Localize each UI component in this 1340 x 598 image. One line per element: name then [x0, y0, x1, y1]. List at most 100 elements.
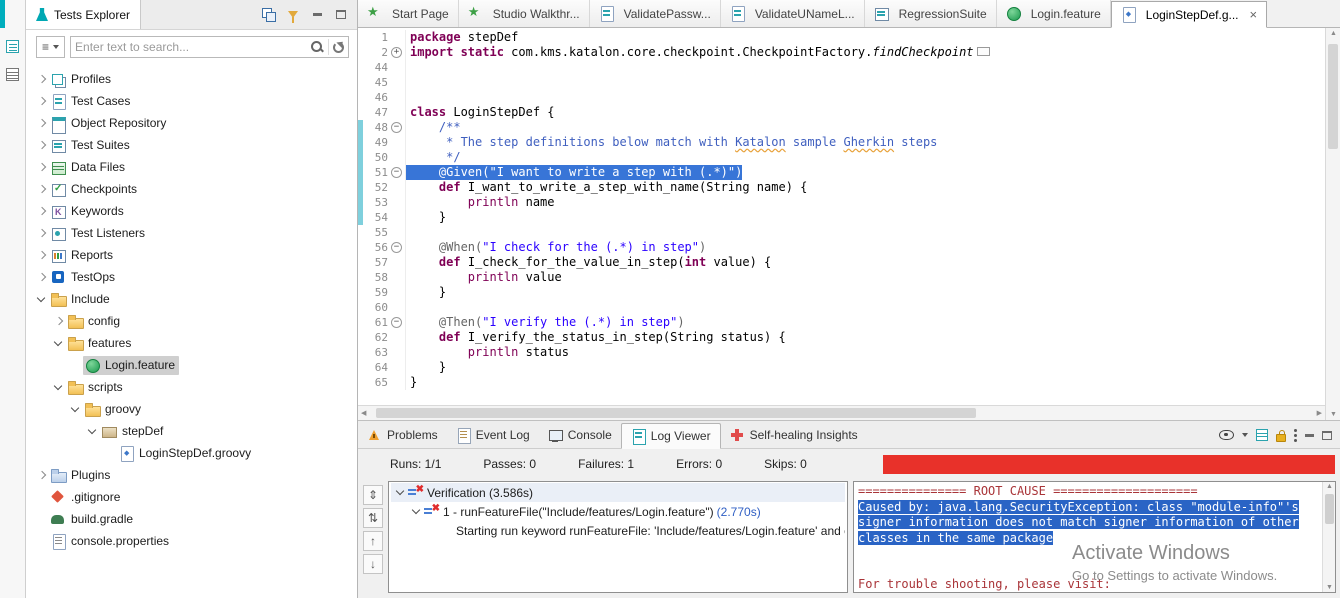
tree-item-body[interactable]: scripts: [66, 378, 127, 397]
tree-item-body[interactable]: features: [66, 334, 135, 353]
code-line[interactable]: 63 println status: [358, 345, 1325, 360]
tree-item-body[interactable]: Data Files: [49, 158, 129, 177]
fold-collapse-icon[interactable]: −: [391, 240, 406, 255]
horizontal-scrollbar[interactable]: ◀ ▶: [358, 405, 1325, 420]
editor-tab-loginstepdef-g[interactable]: LoginStepDef.g... ×: [1110, 1, 1268, 28]
chevron-right-icon[interactable]: [51, 314, 66, 329]
chevron-right-icon[interactable]: [34, 182, 49, 197]
scroll-down-icon[interactable]: ▼: [1323, 584, 1335, 591]
fold-collapse-icon[interactable]: −: [391, 165, 406, 180]
editor-tab-validateunamel[interactable]: ValidateUNameL...: [720, 0, 865, 27]
tree-item-profiles[interactable]: Profiles: [26, 68, 357, 90]
chevron-right-icon[interactable]: [34, 248, 49, 263]
fold-collapse-icon[interactable]: −: [391, 120, 406, 135]
tree-item-body[interactable]: Checkpoints: [49, 180, 141, 199]
editor-tab-login-feature[interactable]: Login.feature: [996, 0, 1111, 27]
restore-explorer-button[interactable]: [3, 36, 23, 56]
code-line[interactable]: 44: [358, 60, 1325, 75]
tree-item-features[interactable]: features: [26, 332, 357, 354]
bottom-tab-problems[interactable]: Problems: [358, 422, 447, 448]
tree-item-body[interactable]: config: [66, 312, 124, 331]
next-failure-icon[interactable]: ↓: [363, 554, 383, 574]
expand-collapse-icon[interactable]: ⇕: [363, 485, 383, 505]
maximize-panel-icon[interactable]: [1322, 430, 1332, 440]
chevron-down-icon[interactable]: [51, 380, 66, 395]
chevron-down-icon[interactable]: [68, 402, 83, 417]
tree-item-checkpoints[interactable]: Checkpoints: [26, 178, 357, 200]
tree-item-loginstepdef-groovy[interactable]: LoginStepDef.groovy: [26, 442, 357, 464]
minimize-panel-icon[interactable]: [1305, 433, 1314, 437]
chevron-right-icon[interactable]: [34, 226, 49, 241]
bottom-tab-self-healing-insights[interactable]: Self-healing Insights: [721, 422, 867, 448]
tree-item-build-gradle[interactable]: build.gradle: [26, 508, 357, 530]
code-line[interactable]: 47 class LoginStepDef {: [358, 105, 1325, 120]
code-line[interactable]: 51− @Given("I want to write a step with …: [358, 165, 1325, 180]
tree-item-body[interactable]: Object Repository: [49, 114, 170, 134]
bottom-tab-console[interactable]: Console: [539, 422, 621, 448]
scroll-left-icon[interactable]: ◀: [361, 409, 366, 417]
console-output[interactable]: =============== ROOT CAUSE =============…: [854, 482, 1322, 592]
tree-item-stepdef[interactable]: stepDef: [26, 420, 357, 442]
chevron-right-icon[interactable]: [34, 160, 49, 175]
console-scroll-thumb[interactable]: [1324, 494, 1334, 524]
tree-item-body[interactable]: Keywords: [49, 202, 128, 221]
tree-item-body[interactable]: .gitignore: [49, 488, 124, 507]
tree-item-body[interactable]: Test Cases: [49, 92, 134, 111]
code-line[interactable]: 61− @Then("I verify the (.*) in step"): [358, 315, 1325, 330]
code-line[interactable]: 46: [358, 90, 1325, 105]
code-line[interactable]: 58 println value: [358, 270, 1325, 285]
tree-item-scripts[interactable]: scripts: [26, 376, 357, 398]
tree-item-include[interactable]: Include: [26, 288, 357, 310]
code-line[interactable]: 53 println name: [358, 195, 1325, 210]
tree-item-test-cases[interactable]: Test Cases: [26, 90, 357, 112]
chevron-right-icon[interactable]: [34, 138, 49, 153]
scroll-up-icon[interactable]: ▲: [1323, 483, 1335, 490]
tree-item-reports[interactable]: Reports: [26, 244, 357, 266]
code-editor[interactable]: 1 package stepDef 2 + import static com.kms.…: [358, 28, 1340, 420]
tree-item-keywords[interactable]: Keywords: [26, 200, 357, 222]
restore-grid-button[interactable]: [3, 64, 23, 84]
tree-item-body[interactable]: build.gradle: [49, 510, 137, 529]
chevron-down-icon[interactable]: [85, 424, 100, 439]
collapse-all-button[interactable]: [259, 4, 279, 26]
vertical-scroll-thumb[interactable]: [1328, 44, 1338, 149]
code-line[interactable]: 2 + import static com.kms.katalon.core.che…: [358, 45, 1325, 60]
scroll-sync-icon[interactable]: ⇅: [363, 508, 383, 528]
search-icon[interactable]: [310, 40, 324, 54]
filter-button[interactable]: [283, 4, 303, 26]
code-line[interactable]: 54 }: [358, 210, 1325, 225]
eye-icon[interactable]: [1219, 430, 1234, 440]
log-tree-row[interactable]: 1 - runFeatureFile("Include/features/Log…: [391, 502, 845, 521]
code-line[interactable]: 52 def I_want_to_write_a_step_with_name(…: [358, 180, 1325, 195]
tree-item-data-files[interactable]: Data Files: [26, 156, 357, 178]
chevron-right-icon[interactable]: [34, 270, 49, 285]
chevron-right-icon[interactable]: [34, 72, 49, 87]
chevron-right-icon[interactable]: [34, 468, 49, 483]
chevron-down-icon[interactable]: [409, 504, 424, 519]
scroll-up-icon[interactable]: ▲: [1326, 30, 1340, 37]
tree-view-icon[interactable]: [1256, 429, 1268, 441]
chevron-down-icon[interactable]: [34, 292, 49, 307]
tree-item-body[interactable]: TestOps: [49, 268, 119, 287]
lock-icon[interactable]: [1276, 429, 1286, 442]
chevron-right-icon[interactable]: [34, 94, 49, 109]
refresh-icon[interactable]: [333, 41, 344, 53]
code-line[interactable]: 65}: [358, 375, 1325, 390]
tree-item-test-suites[interactable]: Test Suites: [26, 134, 357, 156]
tree-item-body[interactable]: Reports: [49, 246, 117, 265]
tree-item-body[interactable]: Test Suites: [49, 136, 134, 155]
tree-item-test-listeners[interactable]: Test Listeners: [26, 222, 357, 244]
search-input[interactable]: [75, 40, 310, 54]
editor-tab-studio-walkthr[interactable]: Studio Walkthr...: [458, 0, 590, 27]
code-line[interactable]: 57 def I_check_for_the_value_in_step(int…: [358, 255, 1325, 270]
console-scrollbar[interactable]: ▲ ▼: [1322, 482, 1335, 592]
tree-item-plugins[interactable]: Plugins: [26, 464, 357, 486]
bottom-tab-event-log[interactable]: Event Log: [447, 422, 539, 448]
code-line[interactable]: 1 package stepDef: [358, 30, 1325, 45]
log-tree-row[interactable]: Starting run keyword runFeatureFile: 'In…: [391, 521, 845, 540]
tree-item-config[interactable]: config: [26, 310, 357, 332]
code-line[interactable]: 55: [358, 225, 1325, 240]
tree-item-body[interactable]: groovy: [83, 400, 145, 419]
tree-item-body[interactable]: Include: [49, 290, 114, 309]
code-line[interactable]: 56− @When("I check for the (.*) in step"…: [358, 240, 1325, 255]
